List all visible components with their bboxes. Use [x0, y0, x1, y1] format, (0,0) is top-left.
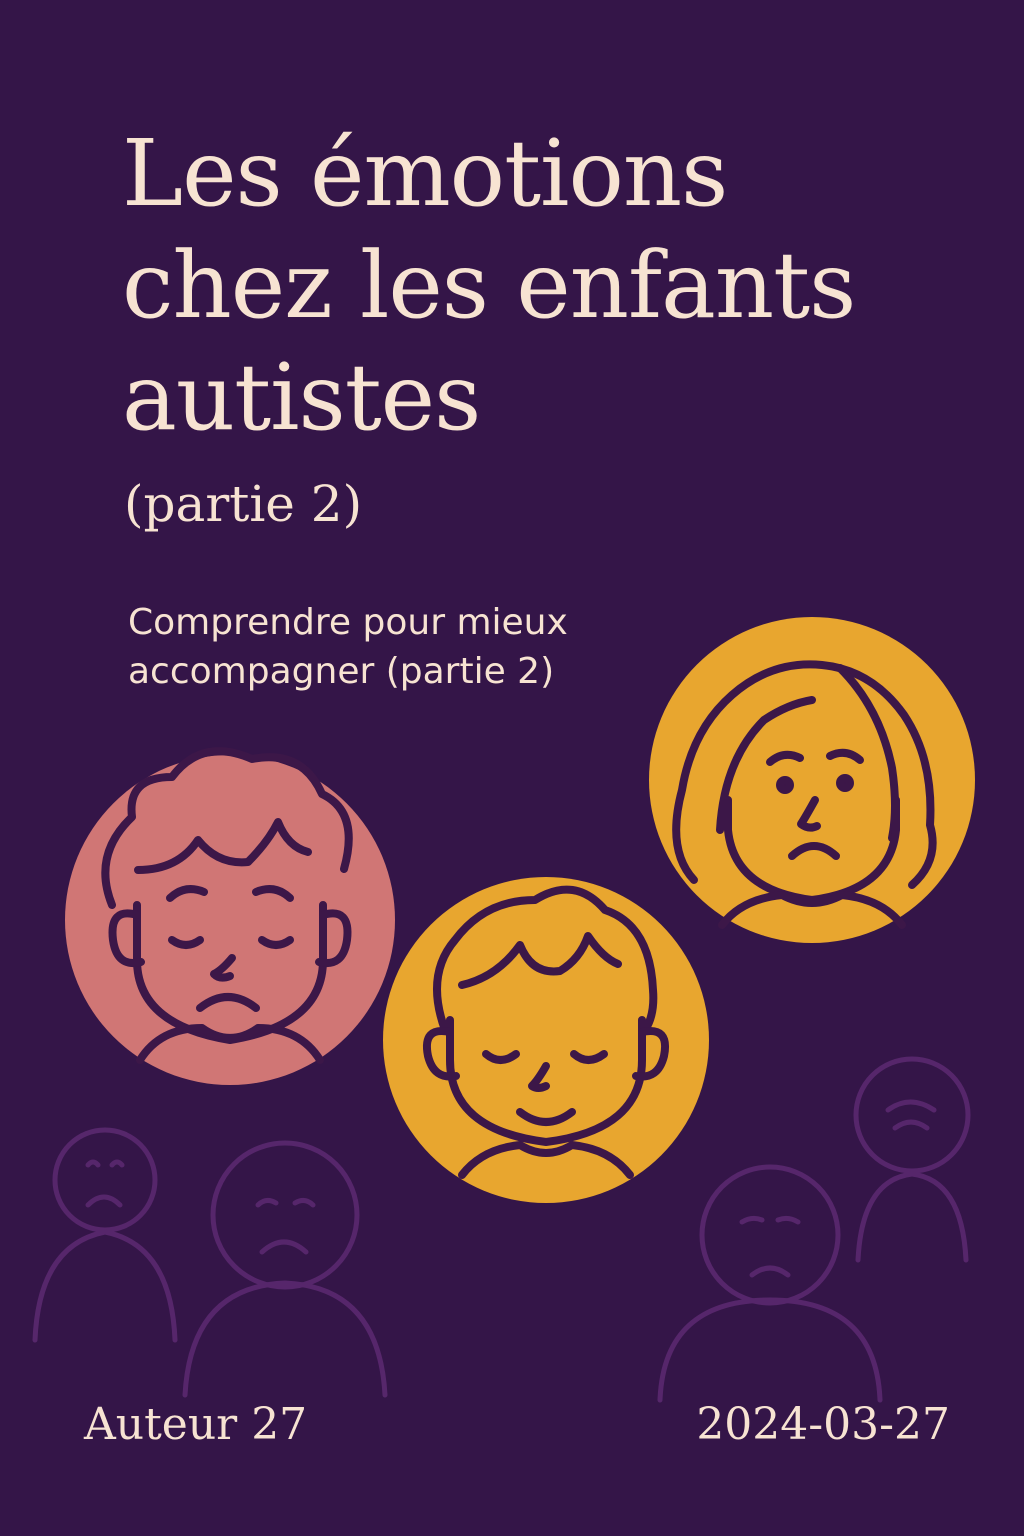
title-line-2: chez les enfants [122, 232, 856, 339]
book-part: (partie 2) [124, 475, 363, 533]
title-line-3: autistes [122, 344, 481, 451]
subtitle-line-1: Comprendre pour mieux [128, 602, 568, 643]
sad-child-closed-eyes-icon [65, 747, 395, 1085]
title-line-1: Les émotions [122, 120, 728, 227]
subtitle-line-2: accompagner (partie 2) [128, 651, 555, 692]
book-title: Les émotions chez les enfants autistes [122, 118, 982, 454]
publication-date: 2024-03-27 [696, 1399, 950, 1450]
book-cover: Les émotions chez les enfants autistes (… [0, 0, 1024, 1536]
author-name: Auteur 27 [84, 1399, 308, 1450]
book-subtitle: Comprendre pour mieux accompagner (parti… [128, 598, 728, 696]
calm-smiling-child-icon [383, 877, 709, 1203]
